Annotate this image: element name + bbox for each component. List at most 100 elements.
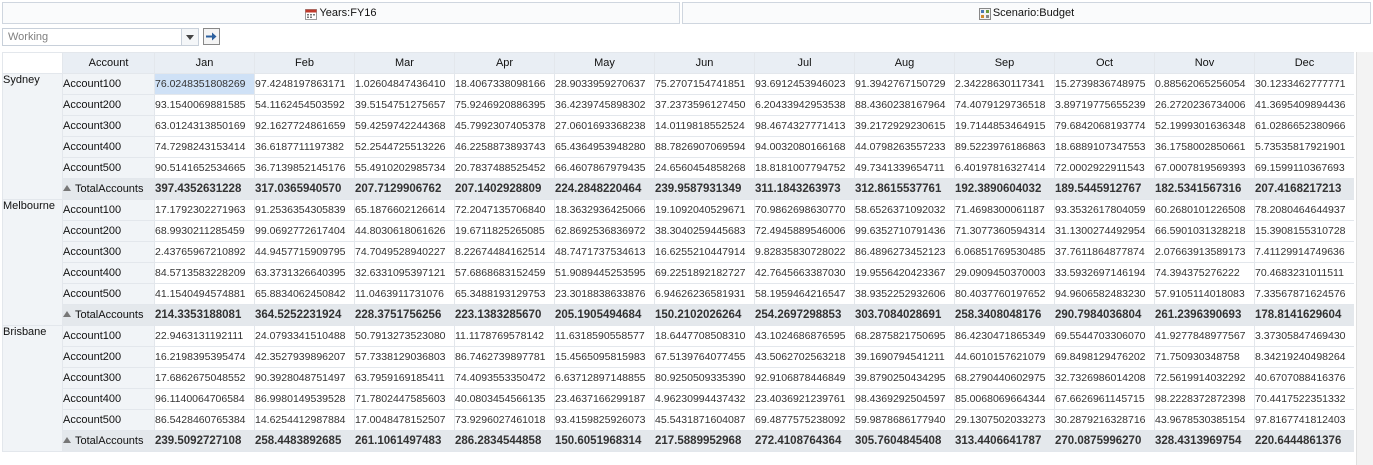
data-cell[interactable]: 17.0048478152507 bbox=[354, 409, 455, 431]
data-cell[interactable]: 76.0248351808269 bbox=[154, 73, 255, 95]
data-cell[interactable]: 67.6626961145715 bbox=[1054, 388, 1155, 410]
data-cell[interactable]: 98.4674327771413 bbox=[754, 115, 855, 137]
data-cell[interactable]: 26.2720236734006 bbox=[1154, 94, 1255, 116]
data-cell[interactable]: 36.7139852145176 bbox=[254, 157, 355, 179]
data-cell[interactable]: 43.9678530385154 bbox=[1154, 409, 1255, 431]
data-cell[interactable]: 68.2790440602975 bbox=[954, 367, 1055, 389]
data-cell[interactable]: 261.1061497483 bbox=[354, 430, 455, 452]
data-cell[interactable]: 80.4037760197652 bbox=[954, 283, 1055, 305]
entity-label[interactable]: Sydney bbox=[2, 73, 63, 200]
data-cell[interactable]: 32.6331095397121 bbox=[354, 262, 455, 284]
data-cell[interactable]: 17.6862675048552 bbox=[154, 367, 255, 389]
data-cell[interactable]: 4.96230994437432 bbox=[654, 388, 755, 410]
data-cell[interactable]: 71.4698300061187 bbox=[954, 199, 1055, 221]
data-cell[interactable]: 97.4248197863171 bbox=[254, 73, 355, 95]
data-cell[interactable]: 0.88562065256054 bbox=[1154, 73, 1255, 95]
data-cell[interactable]: 41.3695409894436 bbox=[1254, 94, 1354, 116]
data-cell[interactable]: 178.8141629604 bbox=[1254, 304, 1354, 326]
data-cell[interactable]: 52.1999301636348 bbox=[1154, 115, 1255, 137]
data-cell[interactable]: 224.2848220464 bbox=[554, 178, 655, 200]
account-label[interactable]: Account200 bbox=[62, 220, 155, 242]
data-cell[interactable]: 18.6447708508310 bbox=[654, 325, 755, 347]
data-cell[interactable]: 33.5932697146194 bbox=[1054, 262, 1155, 284]
data-cell[interactable]: 89.5223976186863 bbox=[954, 136, 1055, 158]
data-cell[interactable]: 59.9878686177940 bbox=[854, 409, 955, 431]
data-cell[interactable]: 15.3908155310728 bbox=[1254, 220, 1354, 242]
data-cell[interactable]: 397.4352631228 bbox=[154, 178, 255, 200]
data-cell[interactable]: 40.0803454566135 bbox=[454, 388, 555, 410]
data-cell[interactable]: 69.1599110367693 bbox=[1254, 157, 1354, 179]
data-cell[interactable]: 80.9250509335390 bbox=[654, 367, 755, 389]
data-cell[interactable]: 23.4637166299187 bbox=[554, 388, 655, 410]
data-cell[interactable]: 20.7837488525452 bbox=[454, 157, 555, 179]
data-cell[interactable]: 28.9033959270637 bbox=[554, 73, 655, 95]
month-header[interactable]: Jan bbox=[154, 52, 255, 74]
data-cell[interactable]: 239.9587931349 bbox=[654, 178, 755, 200]
data-cell[interactable]: 150.2102026264 bbox=[654, 304, 755, 326]
data-cell[interactable]: 51.9089445253595 bbox=[554, 262, 655, 284]
data-cell[interactable]: 2.34228630117341 bbox=[954, 73, 1055, 95]
data-cell[interactable]: 7.41129914749636 bbox=[1254, 241, 1354, 263]
data-cell[interactable]: 11.6318590558577 bbox=[554, 325, 655, 347]
chevron-down-icon[interactable] bbox=[181, 29, 198, 45]
data-cell[interactable]: 36.1758002850661 bbox=[1154, 136, 1255, 158]
data-cell[interactable]: 31.1300274492954 bbox=[1054, 220, 1155, 242]
data-cell[interactable]: 42.7645663387030 bbox=[754, 262, 855, 284]
data-cell[interactable]: 44.8030618061626 bbox=[354, 220, 455, 242]
data-cell[interactable]: 30.2879216328716 bbox=[1054, 409, 1155, 431]
data-cell[interactable]: 93.6912453946023 bbox=[754, 73, 855, 95]
data-cell[interactable]: 59.4259742244368 bbox=[354, 115, 455, 137]
data-cell[interactable]: 38.9352252932606 bbox=[854, 283, 955, 305]
data-cell[interactable]: 70.4417522351332 bbox=[1254, 388, 1354, 410]
account-label[interactable]: Account100 bbox=[62, 325, 155, 347]
data-cell[interactable]: 18.8181007794752 bbox=[754, 157, 855, 179]
account-label[interactable]: Account200 bbox=[62, 346, 155, 368]
data-cell[interactable]: 88.4360238167964 bbox=[854, 94, 955, 116]
collapse-icon[interactable] bbox=[63, 311, 71, 317]
data-cell[interactable]: 57.7338129036803 bbox=[354, 346, 455, 368]
data-cell[interactable]: 29.0909450370003 bbox=[954, 262, 1055, 284]
data-cell[interactable]: 207.7129906762 bbox=[354, 178, 455, 200]
data-cell[interactable]: 254.2697298853 bbox=[754, 304, 855, 326]
account-label[interactable]: Account300 bbox=[62, 241, 155, 263]
data-cell[interactable]: 90.5141652534665 bbox=[154, 157, 255, 179]
data-cell[interactable]: 72.5619914032292 bbox=[1154, 367, 1255, 389]
data-cell[interactable]: 99.0692772617404 bbox=[254, 220, 355, 242]
data-cell[interactable]: 63.3731326640395 bbox=[254, 262, 355, 284]
data-cell[interactable]: 15.4565095815983 bbox=[554, 346, 655, 368]
data-cell[interactable]: 98.2228372872398 bbox=[1154, 388, 1255, 410]
data-cell[interactable]: 74.7298243153414 bbox=[154, 136, 255, 158]
data-cell[interactable]: 217.5889952968 bbox=[654, 430, 755, 452]
month-header[interactable]: Jul bbox=[754, 52, 855, 74]
entity-label[interactable]: Brisbane bbox=[2, 325, 63, 452]
data-cell[interactable]: 65.3488193129753 bbox=[454, 283, 555, 305]
data-cell[interactable]: 49.7341339654711 bbox=[854, 157, 955, 179]
total-accounts-label[interactable]: TotalAccounts bbox=[62, 304, 155, 326]
data-cell[interactable]: 63.0124313850169 bbox=[154, 115, 255, 137]
data-cell[interactable]: 72.0002922911543 bbox=[1054, 157, 1155, 179]
vertical-scrollbar[interactable] bbox=[1356, 52, 1373, 465]
data-cell[interactable]: 57.9105114018083 bbox=[1154, 283, 1255, 305]
data-cell[interactable]: 14.0119818552524 bbox=[654, 115, 755, 137]
data-cell[interactable]: 290.7984036804 bbox=[1054, 304, 1155, 326]
data-cell[interactable]: 85.0068069664344 bbox=[954, 388, 1055, 410]
data-cell[interactable]: 67.0007819569393 bbox=[1154, 157, 1255, 179]
data-cell[interactable]: 317.0365940570 bbox=[254, 178, 355, 200]
data-cell[interactable]: 29.1307502033273 bbox=[954, 409, 1055, 431]
data-cell[interactable]: 1.02604847436410 bbox=[354, 73, 455, 95]
data-cell[interactable]: 328.4313969754 bbox=[1154, 430, 1255, 452]
data-cell[interactable]: 5.73535817921901 bbox=[1254, 136, 1354, 158]
account-label[interactable]: Account100 bbox=[62, 199, 155, 221]
data-cell[interactable]: 58.6526371092032 bbox=[854, 199, 955, 221]
account-label[interactable]: Account100 bbox=[62, 73, 155, 95]
data-cell[interactable]: 6.06851769530485 bbox=[954, 241, 1055, 263]
month-header[interactable]: Aug bbox=[854, 52, 955, 74]
data-cell[interactable]: 74.4093553350472 bbox=[454, 367, 555, 389]
data-cell[interactable]: 7.33567871624576 bbox=[1254, 283, 1354, 305]
data-cell[interactable]: 44.9457715909795 bbox=[254, 241, 355, 263]
data-cell[interactable]: 261.2396390693 bbox=[1154, 304, 1255, 326]
month-header[interactable]: Sep bbox=[954, 52, 1055, 74]
data-cell[interactable]: 38.3040259445683 bbox=[654, 220, 755, 242]
data-cell[interactable]: 19.7144853464915 bbox=[954, 115, 1055, 137]
data-cell[interactable]: 311.1843263973 bbox=[754, 178, 855, 200]
